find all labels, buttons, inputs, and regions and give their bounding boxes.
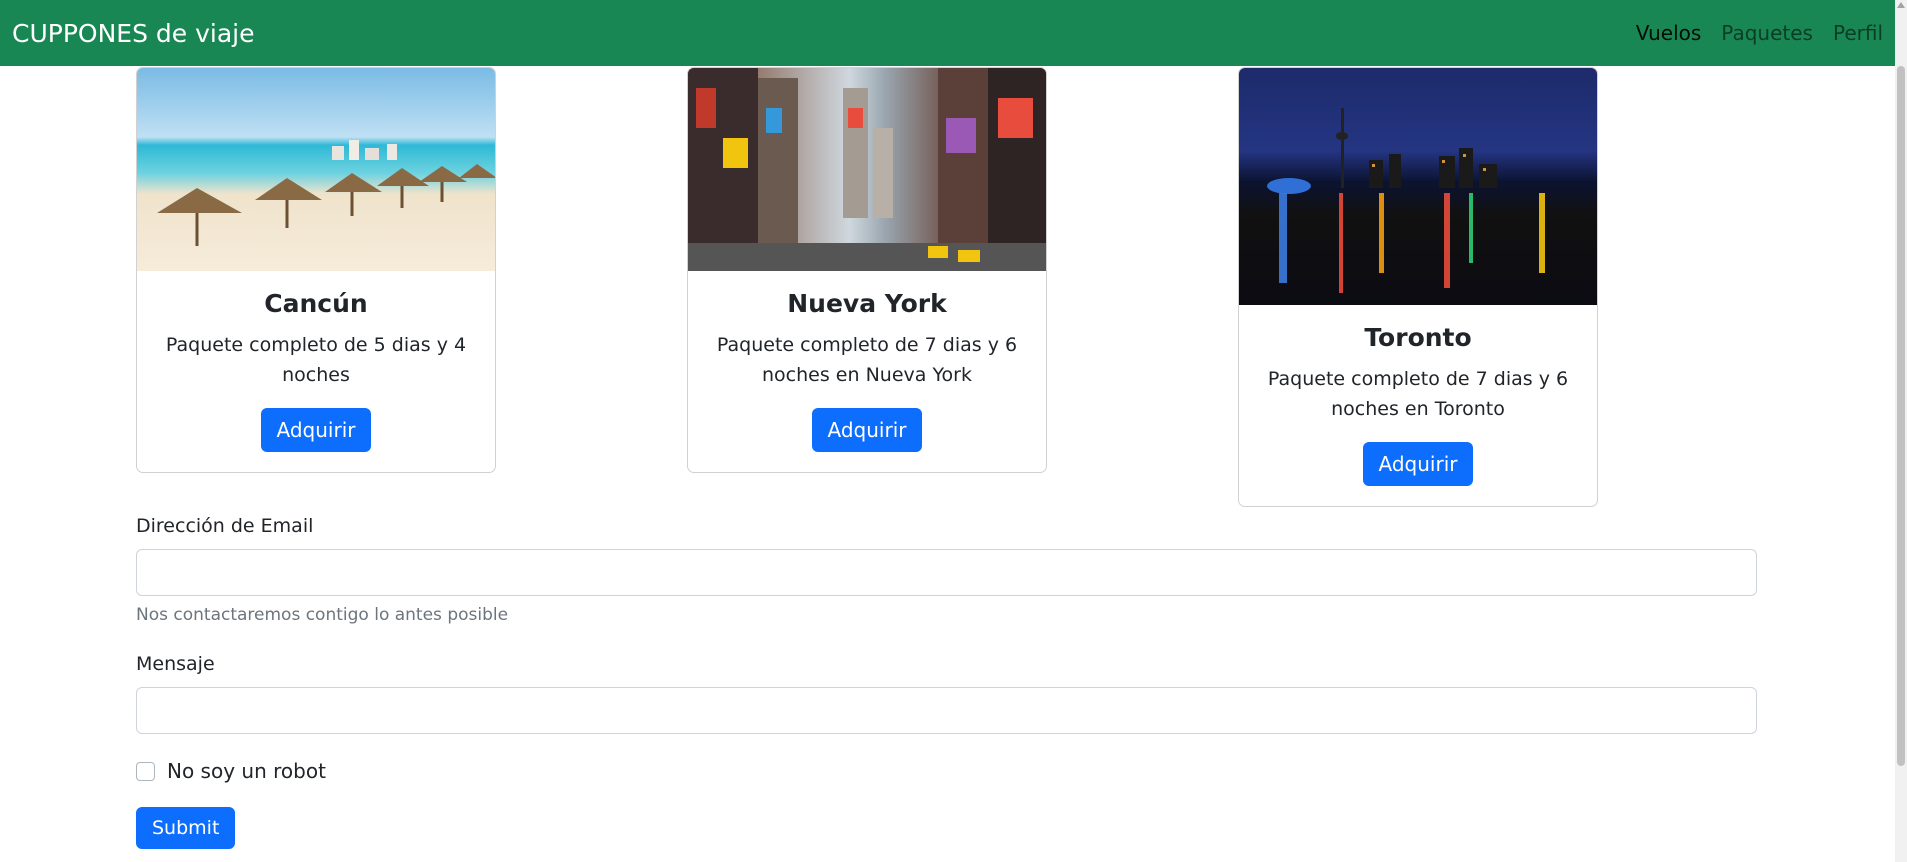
robot-check-row: No soy un robot <box>136 759 1757 783</box>
robot-checkbox[interactable] <box>136 761 155 781</box>
brand-title[interactable]: CUPPONES de viaje <box>12 19 254 48</box>
nav-link-vuelos[interactable]: Vuelos <box>1636 21 1702 45</box>
card-toronto: Toronto Paquete completo de 7 dias y 6 n… <box>1238 67 1598 507</box>
adquirir-button-nueva-york[interactable]: Adquirir <box>811 408 923 452</box>
package-cards: Cancún Paquete completo de 5 dias y 4 no… <box>136 66 1756 516</box>
nav-links: Vuelos Paquetes Perfil <box>1636 21 1883 45</box>
nav-link-perfil[interactable]: Perfil <box>1833 21 1883 45</box>
card-text-nueva-york: Paquete completo de 7 dias y 6 noches en… <box>716 334 1018 386</box>
submit-button[interactable]: Submit <box>136 807 236 849</box>
card-nueva-york: Nueva York Paquete completo de 7 dias y … <box>687 67 1047 473</box>
contact-form: Dirección de Email Nos contactaremos con… <box>136 515 1757 849</box>
card-body-nueva-york: Nueva York Paquete completo de 7 dias y … <box>688 271 1046 472</box>
card-cancun: Cancún Paquete completo de 5 dias y 4 no… <box>136 67 496 473</box>
beach-illustration <box>157 140 495 246</box>
times-square-photo <box>688 68 1046 271</box>
message-label: Mensaje <box>136 653 215 675</box>
adquirir-button-toronto[interactable]: Adquirir <box>1362 442 1474 486</box>
skyline-illustration <box>1267 108 1545 293</box>
email-input[interactable] <box>136 549 1757 596</box>
nav-link-paquetes[interactable]: Paquetes <box>1721 21 1813 45</box>
card-text-cancun: Paquete completo de 5 dias y 4 noches <box>165 334 467 386</box>
email-label: Dirección de Email <box>136 515 314 537</box>
page-scrollbar[interactable] <box>1895 0 1907 862</box>
email-help-text: Nos contactaremos contigo lo antes posib… <box>136 605 509 625</box>
scroll-thumb[interactable] <box>1897 66 1905 766</box>
message-input[interactable] <box>136 687 1757 734</box>
card-title-nueva-york: Nueva York <box>787 289 947 318</box>
card-title-cancun: Cancún <box>264 289 368 318</box>
toronto-skyline-photo <box>1239 68 1597 305</box>
beach-photo <box>137 68 495 271</box>
card-body-toronto: Toronto Paquete completo de 7 dias y 6 n… <box>1239 305 1597 506</box>
card-text-toronto: Paquete completo de 7 dias y 6 noches en… <box>1267 368 1569 420</box>
scroll-up-icon[interactable] <box>1897 2 1905 8</box>
card-body-cancun: Cancún Paquete completo de 5 dias y 4 no… <box>137 271 495 472</box>
card-title-toronto: Toronto <box>1364 323 1472 352</box>
city-illustration <box>688 68 1046 271</box>
robot-label[interactable]: No soy un robot <box>167 759 326 783</box>
adquirir-button-cancun[interactable]: Adquirir <box>260 408 372 452</box>
navbar: CUPPONES de viaje Vuelos Paquetes Perfil <box>0 0 1895 66</box>
